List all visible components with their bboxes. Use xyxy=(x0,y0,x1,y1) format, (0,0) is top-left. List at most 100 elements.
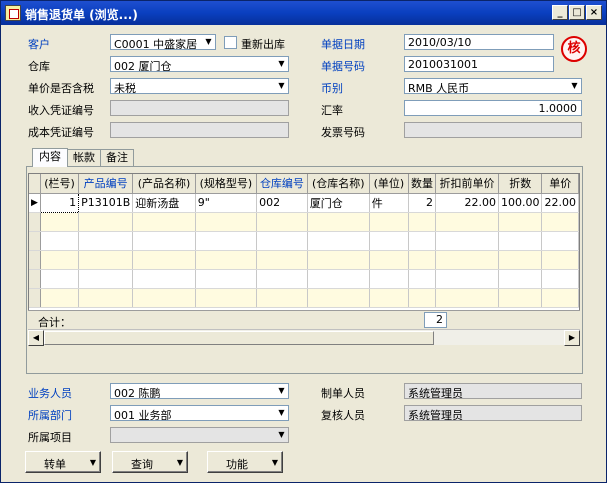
dept-value: 001 业务部 xyxy=(114,409,172,421)
detail-table: (栏号) 产品编号 (产品名称) (规格型号) 仓库编号 (仓库名称) (单位)… xyxy=(29,174,579,308)
dept-label: 所属部门 xyxy=(28,409,72,422)
invoice-label: 发票号码 xyxy=(321,126,365,139)
col-price-before[interactable]: 折扣前单价 xyxy=(435,174,499,194)
close-button[interactable]: × xyxy=(586,5,602,20)
chevron-down-icon[interactable]: ▼ xyxy=(568,79,581,93)
scroll-right-icon[interactable]: ▶ xyxy=(564,330,580,346)
doc-no-field[interactable]: 2010031001 xyxy=(404,56,554,72)
minimize-button[interactable]: _ xyxy=(552,5,568,20)
warehouse-combo[interactable]: 002 厦门仓 ▼ xyxy=(110,56,289,72)
invoice-field xyxy=(404,122,582,138)
cost-voucher-label: 成本凭证编号 xyxy=(28,126,94,139)
table-row[interactable] xyxy=(29,231,579,251)
warehouse-label: 仓库 xyxy=(28,60,50,73)
chevron-down-icon[interactable]: ▼ xyxy=(275,406,288,420)
query-button-label: 查询 xyxy=(131,458,153,471)
total-label: 合计： xyxy=(38,316,71,329)
income-voucher-field xyxy=(110,100,289,116)
project-combo[interactable]: ▼ xyxy=(110,427,289,443)
currency-value: RMB 人民币 xyxy=(408,82,470,94)
tab-accounts[interactable]: 帐款 xyxy=(67,149,101,166)
col-spec[interactable]: (规格型号) xyxy=(195,174,258,194)
rate-field[interactable]: 1.0000 xyxy=(404,100,582,116)
scroll-thumb[interactable] xyxy=(44,331,434,345)
cell-qty[interactable]: 2 xyxy=(408,193,437,213)
table-row[interactable] xyxy=(29,288,579,308)
table-row[interactable]: ▶ 1 P13101B 迎新汤盘 9" 002 厦门仓 件 2 22.00 10… xyxy=(29,192,579,213)
chevron-down-icon: ▼ xyxy=(176,458,183,467)
rate-label: 汇率 xyxy=(321,104,343,117)
customer-label: 客户 xyxy=(28,38,50,51)
cell-price[interactable]: 22.00 xyxy=(541,193,579,213)
col-unit[interactable]: (单位) xyxy=(369,174,410,194)
cell-product-no[interactable]: P13101B xyxy=(78,193,134,213)
col-qty[interactable]: 数量 xyxy=(408,174,437,194)
maker-label: 制单人员 xyxy=(321,387,365,400)
salesperson-label: 业务人员 xyxy=(28,387,72,400)
currency-label: 币别 xyxy=(321,82,343,95)
chevron-down-icon[interactable]: ▼ xyxy=(202,35,215,49)
cell-unit[interactable]: 件 xyxy=(369,193,410,213)
table-row[interactable] xyxy=(29,250,579,270)
date-field[interactable]: 2010/03/10 xyxy=(404,34,554,50)
scroll-left-icon[interactable]: ◀ xyxy=(28,330,44,346)
cell-wh-no[interactable]: 002 xyxy=(256,193,308,213)
chevron-down-icon: ▼ xyxy=(271,458,278,467)
col-product-name[interactable]: (产品名称) xyxy=(132,174,196,194)
total-qty: 2 xyxy=(424,312,447,328)
salesperson-value: 002 陈鹏 xyxy=(114,387,161,399)
col-price[interactable]: 单价 xyxy=(541,174,579,194)
tab-notes[interactable]: 备注 xyxy=(100,149,134,166)
maker-field: 系统管理员 xyxy=(404,383,582,399)
chevron-down-icon[interactable]: ▼ xyxy=(275,428,288,442)
tax-label: 单价是否含税 xyxy=(28,82,94,95)
tax-value: 未税 xyxy=(114,82,136,94)
col-line[interactable]: (栏号) xyxy=(40,174,80,194)
table-row[interactable] xyxy=(29,269,579,289)
currency-combo[interactable]: RMB 人民币 ▼ xyxy=(404,78,582,94)
income-voucher-label: 收入凭证编号 xyxy=(28,104,94,117)
doc-no-label: 单据号码 xyxy=(321,60,365,73)
col-wh-name[interactable]: (仓库名称) xyxy=(307,174,370,194)
cell-spec[interactable]: 9" xyxy=(195,193,258,213)
tab-content[interactable]: 内容 xyxy=(32,148,68,167)
col-product-no[interactable]: 产品编号 xyxy=(78,174,134,194)
total-row: 合计： 2 xyxy=(28,310,580,329)
col-discount[interactable]: 折数 xyxy=(498,174,543,194)
table-row[interactable] xyxy=(29,212,579,232)
customer-combo[interactable]: C0001 中盛家居 ▼ xyxy=(110,34,216,50)
project-label: 所属项目 xyxy=(28,431,72,444)
reviewer-field: 系统管理员 xyxy=(404,405,582,421)
cell-price-before[interactable]: 22.00 xyxy=(435,193,499,213)
chevron-down-icon[interactable]: ▼ xyxy=(275,79,288,93)
maximize-button[interactable]: □ xyxy=(569,5,585,20)
dept-combo[interactable]: 001 业务部 ▼ xyxy=(110,405,289,421)
cost-voucher-field xyxy=(110,122,289,138)
date-label: 单据日期 xyxy=(321,38,365,51)
reviewer-label: 复核人员 xyxy=(321,409,365,422)
cell-discount[interactable]: 100.00 xyxy=(498,193,543,213)
function-button-label: 功能 xyxy=(226,458,248,471)
chevron-down-icon[interactable]: ▼ xyxy=(275,57,288,71)
app-icon xyxy=(5,5,21,21)
query-button[interactable]: 查询 ▼ xyxy=(112,451,188,473)
function-button[interactable]: 功能 ▼ xyxy=(207,451,283,473)
reship-checkbox[interactable] xyxy=(224,36,237,49)
row-indicator-header xyxy=(29,174,41,194)
tax-combo[interactable]: 未税 ▼ xyxy=(110,78,289,94)
salesperson-combo[interactable]: 002 陈鹏 ▼ xyxy=(110,383,289,399)
convert-button[interactable]: 转单 ▼ xyxy=(25,451,101,473)
cell-product-name[interactable]: 迎新汤盘 xyxy=(132,193,196,213)
cell-line[interactable]: 1 xyxy=(39,192,80,213)
seal-icon: 核 xyxy=(561,36,587,62)
window-title: 销售退货单 (浏览...) xyxy=(25,8,138,22)
reship-label: 重新出库 xyxy=(241,38,285,51)
warehouse-value: 002 厦门仓 xyxy=(114,60,172,72)
col-wh-no[interactable]: 仓库编号 xyxy=(256,174,308,194)
chevron-down-icon[interactable]: ▼ xyxy=(275,384,288,398)
cell-wh-name[interactable]: 厦门仓 xyxy=(307,193,370,213)
customer-value: C0001 中盛家居 xyxy=(114,38,198,50)
title-bar[interactable]: 销售退货单 (浏览...) _ □ × xyxy=(1,1,606,25)
row-pointer-icon: ▶ xyxy=(29,193,41,213)
horizontal-scrollbar[interactable]: ◀ ▶ xyxy=(28,329,580,346)
